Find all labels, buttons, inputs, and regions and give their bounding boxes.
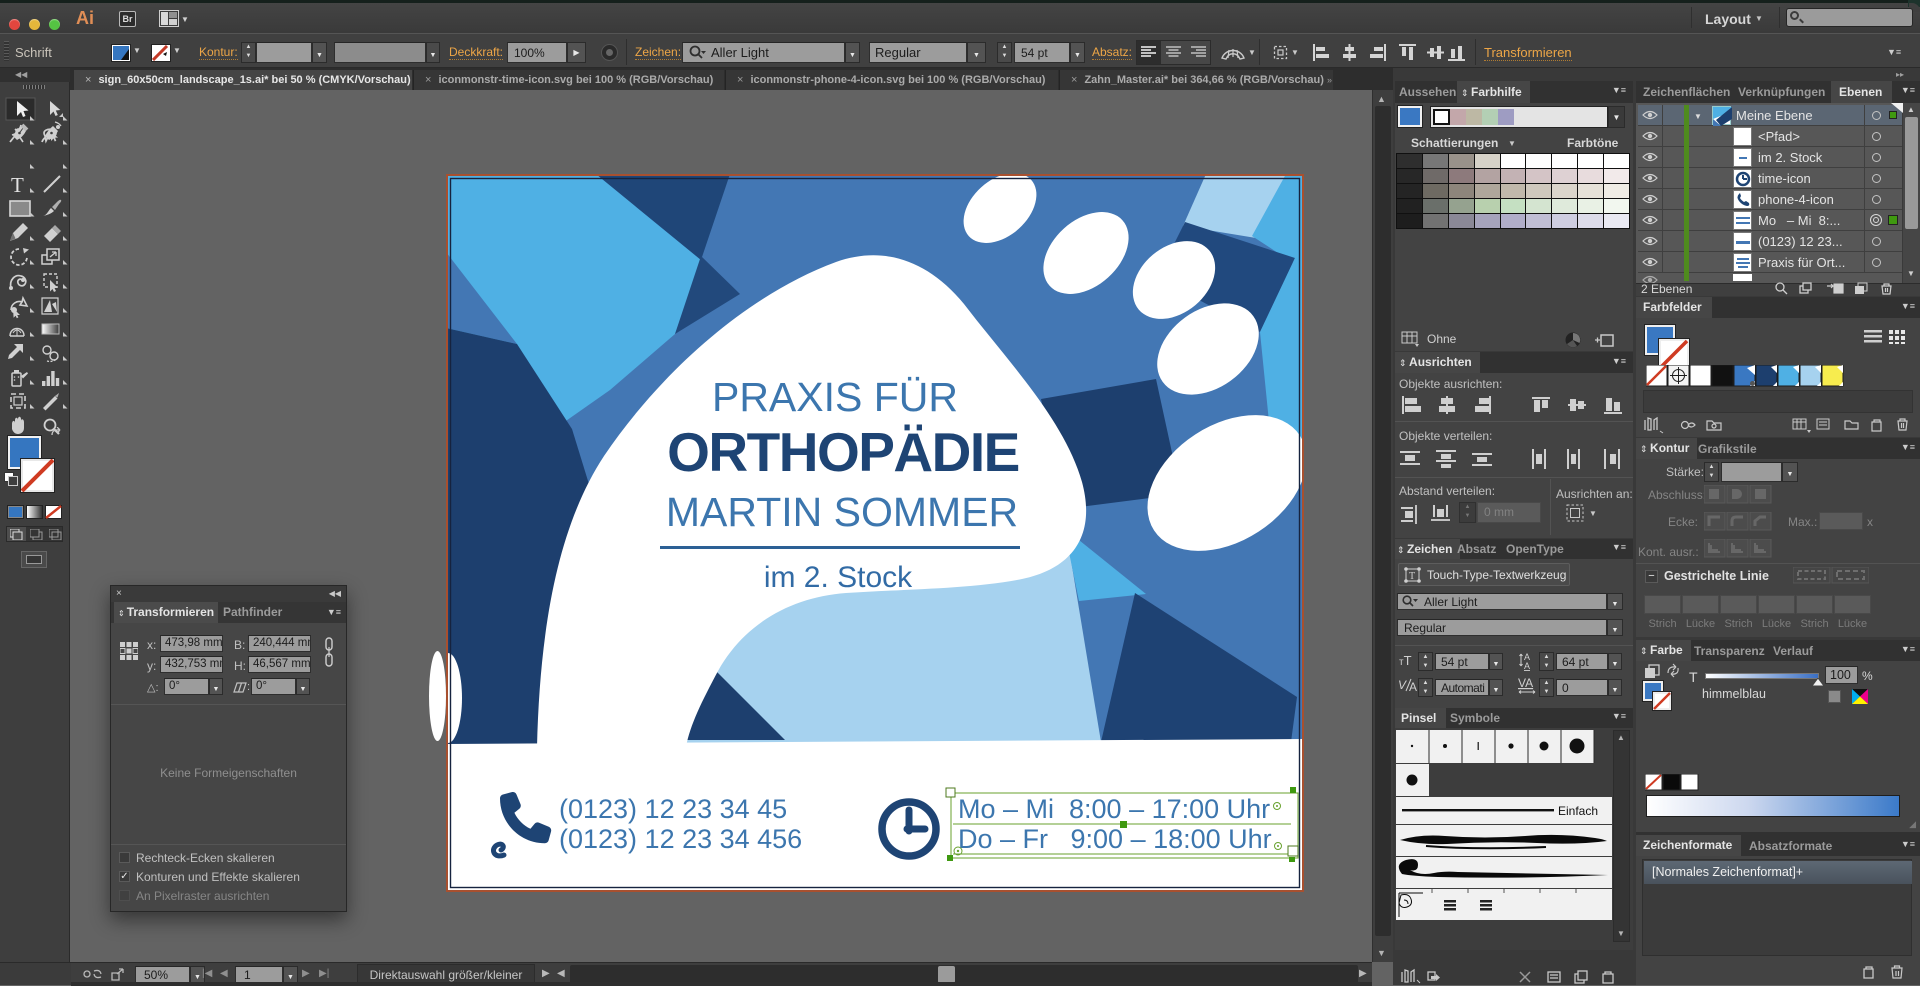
svg-text:Do – Fr 9:00 – 18:00 Uhr: Do – Fr 9:00 – 18:00 Uhr (958, 824, 1272, 854)
svg-text:Mo – Mi 8:00 – 17:00 Uhr: Mo – Mi 8:00 – 17:00 Uhr (958, 794, 1270, 824)
svg-text:T: T (11, 173, 24, 197)
svg-text:VA: VA (1518, 676, 1533, 690)
svg-text:(0123) 12 23 34 456: (0123) 12 23 34 456 (559, 824, 802, 854)
svg-text:A: A (1409, 680, 1417, 694)
svg-text:A: A (1524, 661, 1530, 671)
svg-text:(0123) 12 23 34 45: (0123) 12 23 34 45 (559, 794, 787, 824)
svg-text:Einfach: Einfach (1558, 804, 1598, 818)
svg-text:T: T (1409, 571, 1415, 582)
svg-text:im 2. Stock: im 2. Stock (764, 561, 913, 594)
svg-text:MARTIN SOMMER: MARTIN SOMMER (666, 489, 1018, 535)
svg-text:V: V (1398, 678, 1407, 692)
svg-text:PRAXIS FÜR: PRAXIS FÜR (712, 374, 958, 420)
svg-text:ORTHOPÄDIE: ORTHOPÄDIE (667, 421, 1019, 483)
